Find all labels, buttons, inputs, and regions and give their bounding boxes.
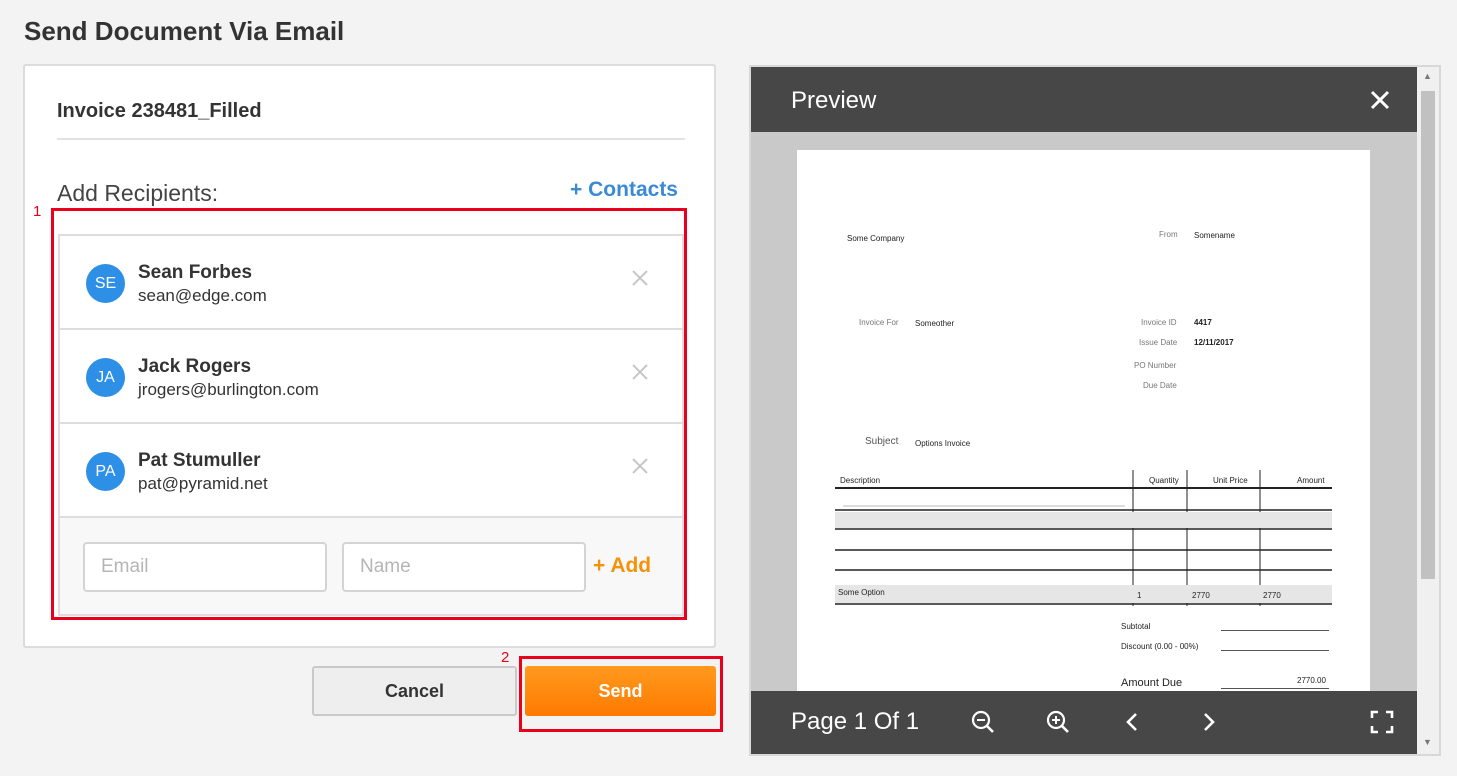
invoice-from-value: Somename (1194, 231, 1235, 240)
recipient-item: SE Sean Forbes sean@edge.com (60, 236, 682, 330)
email-form-card: Invoice 238481_Filled Add Recipients: + … (23, 64, 716, 648)
row-quantity: 1 (1137, 591, 1142, 600)
row-description: Some Option (838, 588, 885, 597)
scroll-down-icon[interactable]: ▼ (1423, 737, 1432, 747)
document-name: Invoice 238481_Filled (57, 100, 262, 122)
add-recipients-label: Add Recipients: (57, 180, 219, 206)
remove-recipient-icon[interactable] (630, 362, 650, 382)
preview-scrollbar[interactable]: ▲ ▼ (1417, 67, 1439, 754)
discount-label: Discount (0.00 - 00%) (1121, 642, 1199, 651)
recipient-item: PA Pat Stumuller pat@pyramid.net (60, 424, 682, 518)
recipient-item: JA Jack Rogers jrogers@burlington.com (60, 330, 682, 424)
recipient-email: jrogers@burlington.com (138, 380, 319, 399)
avatar: PA (86, 452, 125, 491)
send-button[interactable]: Send (525, 666, 716, 716)
page-title: Send Document Via Email (24, 16, 345, 46)
invoice-table-lines (835, 470, 1332, 606)
invoice-company: Some Company (847, 234, 905, 243)
recipient-name: Jack Rogers (138, 356, 252, 377)
recipient-name: Pat Stumuller (138, 450, 261, 471)
avatar: SE (86, 264, 125, 303)
preview-toolbar: Page 1 Of 1 (751, 691, 1417, 754)
fullscreen-icon[interactable] (1369, 709, 1395, 735)
previous-page-icon[interactable] (1120, 709, 1146, 735)
invoice-id-value: 4417 (1194, 318, 1212, 327)
subject-value: Options Invoice (915, 439, 971, 448)
issue-date-label: Issue Date (1139, 338, 1178, 347)
amount-due-value: 2770.00 (1297, 676, 1326, 685)
preview-title: Preview (791, 87, 877, 114)
po-number-label: PO Number (1134, 361, 1177, 370)
highlight-label-1: 1 (33, 203, 42, 220)
divider (1221, 650, 1329, 651)
recipients-list: SE Sean Forbes sean@edge.com JA Jack Rog… (58, 234, 684, 616)
divider (1221, 688, 1329, 689)
recipient-name: Sean Forbes (138, 262, 253, 283)
scrollbar-thumb[interactable] (1421, 91, 1435, 579)
invoice-from-label: From (1159, 230, 1178, 239)
subtotal-label: Subtotal (1121, 622, 1151, 631)
divider (1221, 630, 1329, 631)
invoice-for-label: Invoice For (859, 318, 899, 327)
avatar: JA (86, 358, 125, 397)
invoice-id-label: Invoice ID (1141, 318, 1177, 327)
recipient-email: sean@edge.com (138, 286, 267, 305)
preview-header: Preview (751, 67, 1417, 132)
page-indicator: Page 1 Of 1 (791, 708, 920, 735)
invoice-for-value: Someother (915, 319, 955, 328)
zoom-out-icon[interactable] (970, 709, 996, 735)
preview-document-area[interactable]: Some Company From Somename Invoice For S… (751, 132, 1417, 691)
remove-recipient-icon[interactable] (630, 456, 650, 476)
subject-label: Subject (865, 436, 899, 447)
zoom-in-icon[interactable] (1045, 709, 1071, 735)
highlight-label-2: 2 (501, 649, 510, 666)
amount-due-label: Amount Due (1121, 677, 1183, 689)
next-page-icon[interactable] (1195, 709, 1221, 735)
row-unit-price: 2770 (1192, 591, 1210, 600)
contacts-link[interactable]: + Contacts (570, 178, 678, 202)
divider (57, 138, 685, 140)
invoice-page: Some Company From Somename Invoice For S… (797, 150, 1370, 691)
name-input[interactable] (342, 542, 586, 592)
add-recipient-button[interactable]: + Add (593, 554, 651, 578)
scroll-up-icon[interactable]: ▲ (1423, 71, 1432, 81)
due-date-label: Due Date (1143, 381, 1177, 390)
recipient-email: pat@pyramid.net (138, 474, 268, 493)
row-amount: 2770 (1263, 591, 1281, 600)
cancel-button[interactable]: Cancel (312, 666, 517, 716)
email-input[interactable] (83, 542, 327, 592)
close-icon[interactable] (1369, 89, 1391, 111)
remove-recipient-icon[interactable] (630, 268, 650, 288)
preview-panel: Preview Some Company From Somename Invoi… (749, 65, 1441, 756)
issue-date-value: 12/11/2017 (1194, 338, 1234, 347)
